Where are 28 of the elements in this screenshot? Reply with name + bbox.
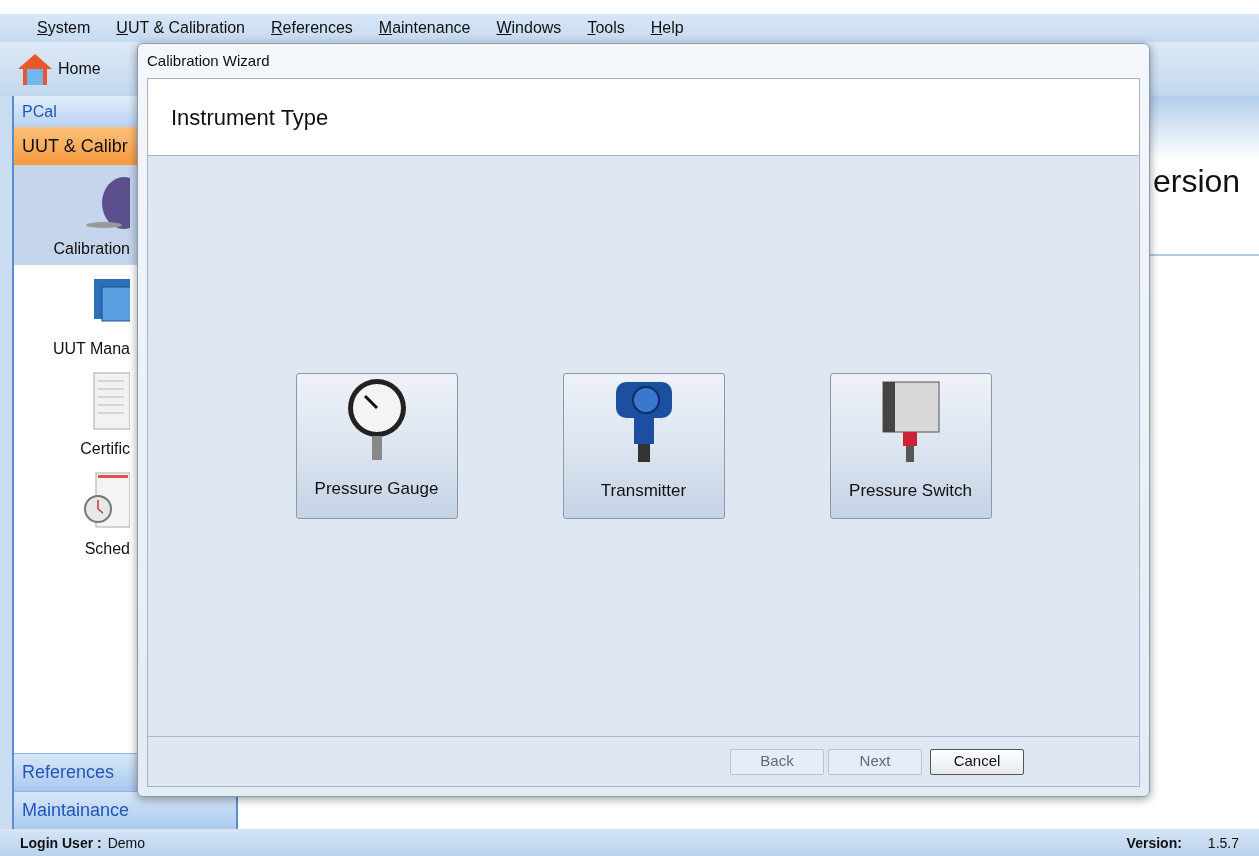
login-value: Demo: [107, 833, 146, 853]
content-heading: ersion: [1153, 162, 1241, 201]
menu-item[interactable]: Maintenance: [378, 16, 471, 40]
menu-item[interactable]: Tools: [587, 16, 625, 40]
sidebar-item[interactable]: UUT Mana: [14, 265, 236, 365]
instrument-type-button[interactable]: Pressure Gauge: [295, 373, 458, 519]
group-header[interactable]: Maintainance: [14, 791, 236, 829]
menu-item[interactable]: Help: [650, 16, 684, 40]
house-icon: [16, 51, 54, 87]
instrument-type-button[interactable]: Pressure Switch: [829, 373, 992, 519]
sidebar-item[interactable]: Sched: [14, 465, 236, 565]
disc-icon: [84, 175, 130, 231]
instrument-type-button[interactable]: Transmitter: [562, 373, 725, 519]
sidebar-item-label: Sched: [84, 539, 130, 559]
sidebar-item-label: UUT Mana: [52, 339, 130, 359]
wizard-button[interactable]: Cancel: [930, 748, 1024, 775]
sidebar-item-label: Calibration: [53, 239, 130, 259]
sidebar-item[interactable]: Certific: [14, 365, 236, 465]
login-label: Login User :: [20, 833, 102, 853]
dialog-title: Calibration Wizard: [147, 50, 271, 71]
menu-item[interactable]: References: [271, 16, 353, 40]
home-button[interactable]: Home: [16, 51, 101, 87]
version-value: 1.5.7: [1207, 833, 1239, 853]
sidebar-item-label: Certific: [80, 439, 130, 459]
version-label: Version:: [1126, 833, 1182, 853]
menu-item[interactable]: Windows: [496, 16, 562, 40]
menu-item[interactable]: UUT & Calibration: [116, 16, 245, 40]
menu-item[interactable]: System: [37, 16, 91, 40]
